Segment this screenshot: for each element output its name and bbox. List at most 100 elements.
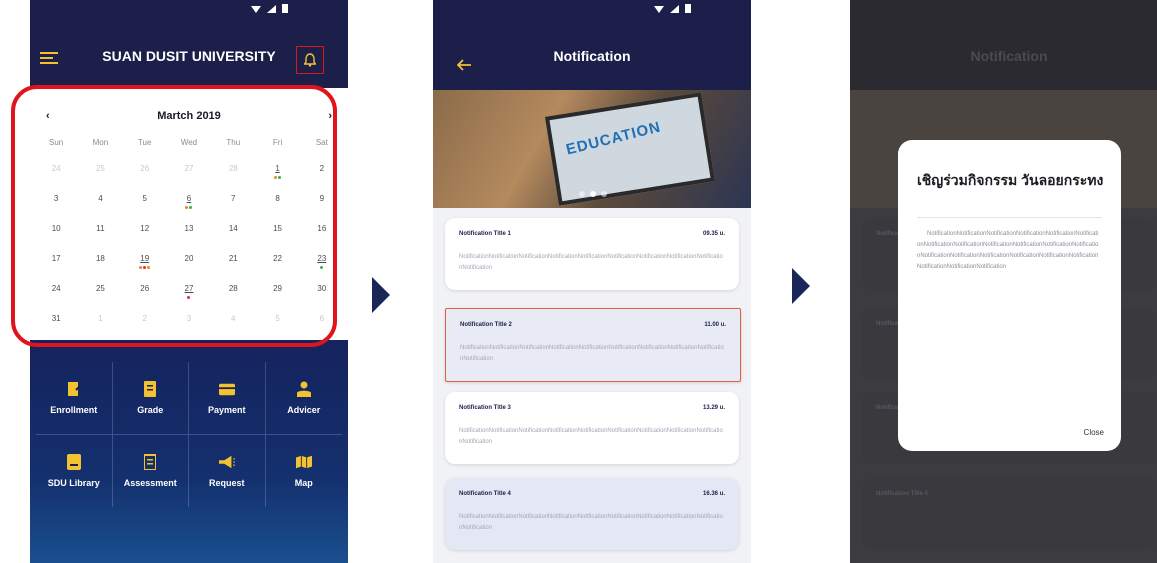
- calendar-day[interactable]: 28: [211, 162, 255, 192]
- menu-item-enrollment[interactable]: Enrollment: [36, 362, 113, 435]
- menu-item-grade[interactable]: Grade: [112, 362, 189, 435]
- calendar-day[interactable]: 2: [300, 162, 344, 192]
- calendar-day[interactable]: 13: [167, 222, 211, 252]
- calendar-day[interactable]: 18: [78, 252, 122, 282]
- app-bar: Notification: [433, 22, 751, 90]
- menu-item-assessment[interactable]: Assessment: [113, 435, 189, 507]
- weekday-label: Sat: [315, 138, 328, 147]
- battery-icon: [685, 4, 691, 13]
- calendar-day[interactable]: 6: [167, 192, 211, 222]
- notification-title: Notification Title 3: [459, 405, 511, 411]
- menu-item-label: Assessment: [123, 478, 177, 488]
- calendar-day[interactable]: 25: [78, 162, 122, 192]
- notification-time: 11.00 u.: [704, 322, 726, 328]
- calendar-day[interactable]: 27: [167, 282, 211, 312]
- request-icon: [218, 454, 235, 470]
- event-dot: [320, 266, 324, 269]
- notification-title: Notification Title 1: [459, 231, 511, 237]
- menu-item-payment[interactable]: Payment: [189, 362, 266, 435]
- calendar-day[interactable]: 1: [255, 162, 299, 192]
- calendar-day[interactable]: 7: [211, 192, 255, 222]
- menu-item-label: Enrollment: [50, 405, 98, 415]
- calendar-day[interactable]: 27: [167, 162, 211, 192]
- calendar-day[interactable]: 25: [78, 282, 122, 312]
- calendar-day[interactable]: 28: [211, 282, 255, 312]
- dialog-divider: [917, 217, 1102, 218]
- wifi-icon: [654, 5, 664, 13]
- calendar-header: ‹ Martch 2019 ›: [30, 110, 348, 126]
- event-dot: [189, 206, 193, 209]
- education-banner[interactable]: EDUCATION: [433, 90, 751, 208]
- menu-item-advicer[interactable]: Advicer: [265, 362, 342, 435]
- calendar-day[interactable]: 6: [300, 312, 344, 342]
- menu-item-request[interactable]: Request: [189, 435, 266, 507]
- calendar-day[interactable]: 1: [78, 312, 122, 342]
- calendar-day[interactable]: 16: [300, 222, 344, 252]
- calendar-day[interactable]: 5: [255, 312, 299, 342]
- notification-card[interactable]: Notification Title 2 11.00 u. Notification…: [445, 308, 741, 382]
- carousel-dots[interactable]: [579, 191, 607, 197]
- status-bar: [850, 0, 1157, 22]
- calendar-day[interactable]: 22: [255, 252, 299, 282]
- carousel-dot[interactable]: [601, 191, 607, 197]
- calendar-day[interactable]: 12: [123, 222, 167, 252]
- calendar-day[interactable]: 14: [211, 222, 255, 252]
- map-icon: [295, 454, 312, 470]
- calendar-day[interactable]: 23: [300, 252, 344, 282]
- calendar-day[interactable]: 4: [211, 312, 255, 342]
- next-month-button[interactable]: ›: [328, 110, 332, 122]
- carousel-dot[interactable]: [579, 191, 585, 197]
- menu-item-label: Request: [208, 478, 245, 488]
- app-bar-dimmed: Notification: [850, 22, 1157, 90]
- notification-bell-button[interactable]: [296, 46, 324, 74]
- calendar-day[interactable]: 4: [78, 192, 122, 222]
- event-dots: [123, 266, 167, 269]
- calendar-day[interactable]: 21: [211, 252, 255, 282]
- notification-time: 16.36 u.: [702, 491, 725, 497]
- calendar-day[interactable]: 24: [34, 162, 78, 192]
- calendar-grid: Sun Mon Tue Wed Thu Fri Sat 24 25 26 27 28 1 2 3 4 5 6 7 8 9…: [34, 136, 344, 342]
- calendar-day[interactable]: 11: [78, 222, 122, 252]
- menu-item-label: SDU Library: [47, 478, 100, 488]
- screen-title: Notification: [553, 48, 631, 64]
- calendar-day[interactable]: 29: [255, 282, 299, 312]
- calendar-day[interactable]: 15: [255, 222, 299, 252]
- calendar-day[interactable]: 3: [34, 192, 78, 222]
- menu-item-map[interactable]: Map: [266, 435, 343, 507]
- notification-body: NotificationNotificationNotificationNoti…: [459, 514, 723, 531]
- notification-time: 09.35 u.: [702, 231, 725, 237]
- wifi-icon: [251, 5, 261, 13]
- notification-card[interactable]: Notification Title 4 16.36 u. Notification…: [445, 478, 739, 550]
- notification-dialog: เชิญร่วมกิจกรรม วันลอยกระทง Notification…: [898, 140, 1121, 451]
- calendar-day[interactable]: 24: [34, 282, 78, 312]
- event-dot: [139, 266, 143, 269]
- weekday-label: Tue: [137, 138, 152, 147]
- app-bar: SUAN DUSIT UNIVERSITY: [30, 22, 348, 90]
- calendar-day[interactable]: 10: [34, 222, 78, 252]
- calendar-day[interactable]: 19: [123, 252, 167, 282]
- menu-item-label: Grade: [137, 405, 164, 415]
- menu-item-sdu-library[interactable]: SDU Library: [36, 435, 113, 507]
- status-bar: [30, 0, 348, 22]
- calendar-day[interactable]: 26: [123, 162, 167, 192]
- calendar-day[interactable]: 3: [167, 312, 211, 342]
- calendar-day[interactable]: 8: [255, 192, 299, 222]
- event-dot: [278, 176, 282, 179]
- calendar-day[interactable]: 31: [34, 312, 78, 342]
- calendar-day[interactable]: 9: [300, 192, 344, 222]
- weekday-label: Thu: [226, 138, 241, 147]
- dialog-body: NotificationNotificationNotificationNoti…: [917, 231, 1099, 270]
- notification-card-dimmed: Notification Title 4: [862, 478, 1156, 550]
- calendar-day[interactable]: 17: [34, 252, 78, 282]
- calendar-day[interactable]: 30: [300, 282, 344, 312]
- calendar-day[interactable]: 2: [123, 312, 167, 342]
- calendar-day[interactable]: 5: [123, 192, 167, 222]
- notification-time: 13.29 u.: [702, 405, 725, 411]
- carousel-dot-active[interactable]: [590, 191, 596, 197]
- calendar-day[interactable]: 26: [123, 282, 167, 312]
- close-button[interactable]: Close: [1084, 428, 1104, 437]
- notification-card[interactable]: Notification Title 3 13.29 u. Notification…: [445, 392, 739, 464]
- notification-card[interactable]: Notification Title 1 09.35 u. Notification…: [445, 218, 739, 290]
- calendar-day[interactable]: 20: [167, 252, 211, 282]
- bell-icon: [304, 53, 316, 67]
